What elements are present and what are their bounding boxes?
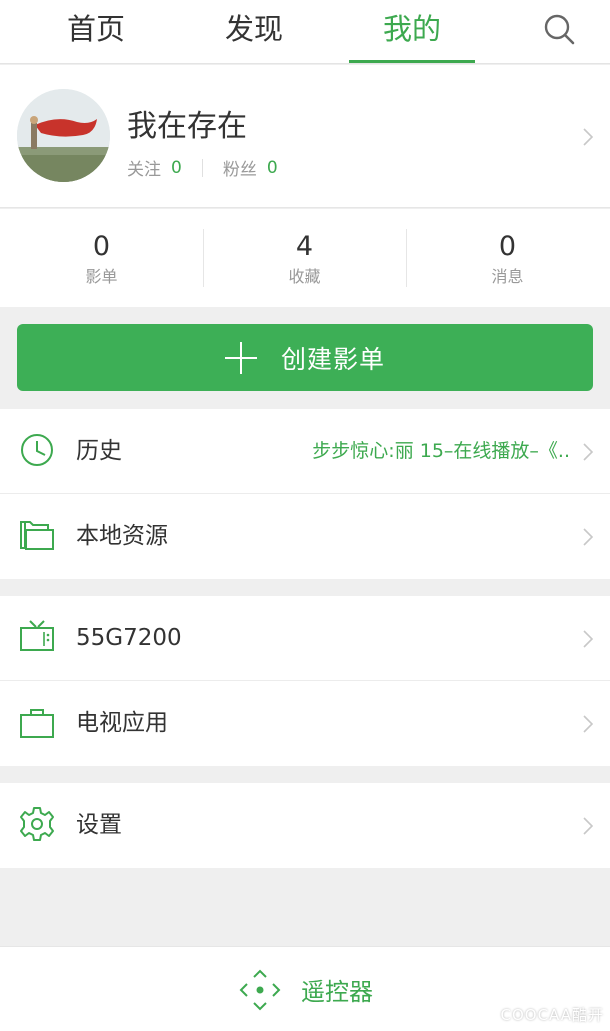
top-tab-bar: 首页 发现 我的 — [0, 0, 610, 64]
stat-label: 消息 — [491, 267, 524, 286]
settings-label: 设置 — [76, 812, 122, 838]
remote-dpad-icon — [239, 969, 281, 1010]
stat-favorites[interactable]: 4 收藏 — [203, 209, 406, 307]
plus-icon — [224, 341, 257, 374]
username: 我在存在 — [127, 109, 247, 144]
local-resources-label: 本地资源 — [76, 523, 168, 549]
tab-mine[interactable]: 我的 — [349, 0, 475, 64]
chevron-right-icon — [583, 817, 594, 835]
divider — [201, 158, 203, 177]
gear-icon — [20, 807, 54, 841]
create-playlist-label: 创建影单 — [280, 344, 385, 374]
chevron-right-icon — [583, 443, 594, 461]
remote-control-label: 遥控器 — [301, 978, 373, 1006]
fans-count[interactable]: 0 — [267, 158, 278, 178]
settings-row[interactable]: 设置 — [0, 783, 610, 868]
chevron-right-icon — [583, 128, 594, 146]
chevron-right-icon — [583, 528, 594, 546]
chevron-right-icon — [583, 630, 594, 648]
following-label[interactable]: 关注 — [127, 155, 161, 180]
fans-label[interactable]: 粉丝 — [223, 155, 257, 180]
avatar[interactable] — [17, 89, 110, 182]
device-row[interactable]: 55G7200 — [0, 596, 610, 681]
tab-discover[interactable]: 发现 — [191, 0, 317, 64]
follow-stats: 关注 0 粉丝 0 — [127, 155, 278, 181]
folder-icon — [20, 521, 54, 550]
history-last-played: 步步惊心:丽 15–在线播放–《.. — [312, 440, 570, 462]
stat-label: 收藏 — [288, 267, 321, 286]
stat-label: 影单 — [85, 267, 118, 286]
stat-value: 0 — [92, 231, 111, 262]
menu-group-settings: 设置 — [0, 783, 610, 868]
stats-bar: 0 影单 4 收藏 0 消息 — [0, 209, 610, 307]
stat-playlists[interactable]: 0 影单 — [0, 209, 203, 307]
tv-apps-row[interactable]: 电视应用 — [0, 681, 610, 766]
avatar-image — [17, 89, 110, 182]
stat-messages[interactable]: 0 消息 — [406, 209, 609, 307]
stat-value: 4 — [295, 231, 314, 262]
following-count[interactable]: 0 — [171, 158, 182, 178]
clock-icon — [21, 434, 53, 466]
watermark: COOCAA酷开 — [500, 1006, 604, 1024]
bag-icon — [20, 709, 54, 738]
tab-home[interactable]: 首页 — [33, 0, 159, 64]
device-label: 55G7200 — [76, 625, 182, 651]
history-row[interactable]: 历史 步步惊心:丽 15–在线播放–《.. — [0, 409, 610, 494]
history-label: 历史 — [76, 438, 122, 464]
stat-value: 0 — [498, 231, 517, 262]
menu-group-media: 历史 步步惊心:丽 15–在线播放–《.. 本地资源 — [0, 409, 610, 579]
search-icon[interactable] — [540, 10, 580, 50]
menu-group-tv: 55G7200 电视应用 — [0, 596, 610, 766]
local-resources-row[interactable]: 本地资源 — [0, 494, 610, 579]
chevron-right-icon — [583, 715, 594, 733]
tv-icon — [20, 620, 54, 651]
profile-card[interactable]: 我在存在 关注 0 粉丝 0 — [0, 65, 610, 208]
tv-apps-label: 电视应用 — [76, 710, 168, 736]
bottom-bar: 遥控器 COOCAA酷开 — [0, 946, 610, 1031]
create-playlist-button[interactable]: 创建影单 — [17, 324, 593, 391]
